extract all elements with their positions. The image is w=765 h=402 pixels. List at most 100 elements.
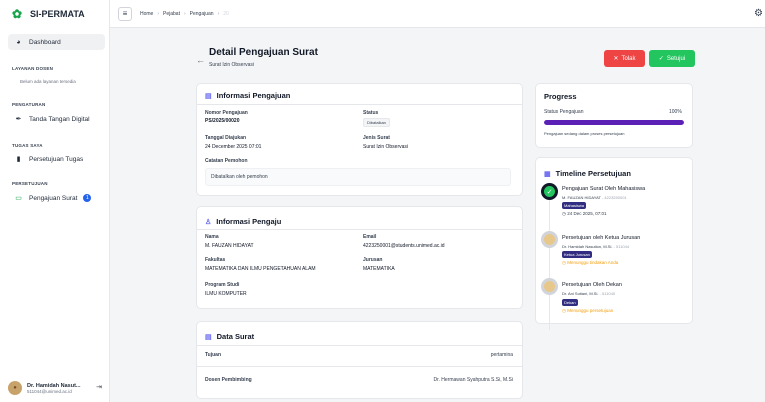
card-title-informasi-pengajuan: ▤ Informasi Pengajuan [205, 91, 290, 100]
jurusan-label: Jurusan [363, 257, 383, 263]
card-title-text: Informasi Pengajuan [216, 91, 291, 100]
fakultas-label: Fakultas [205, 257, 226, 263]
card-title-data-surat: ▤ Data Surat [205, 332, 254, 341]
timeline-person-nip: - 511040 [599, 291, 616, 296]
divider [197, 345, 522, 346]
logout-icon[interactable]: ⇥ [96, 383, 102, 391]
clock-icon: ◷ [562, 308, 566, 313]
inbox-icon: ▭ [15, 195, 22, 202]
section-label-layanan: LAYANAN DOSEN [12, 66, 54, 71]
progress-title: Progress [544, 92, 577, 101]
sidebar-item-label: Pengajuan Surat [29, 194, 78, 202]
calendar-icon: ▦ [544, 170, 551, 178]
timeline-step-meta: ◷ Menunggu tindakan Anda [562, 260, 618, 266]
tanggal-value: 24 December 2025 07:01 [205, 144, 262, 150]
breadcrumb-pejabat[interactable]: Pejabat [163, 11, 180, 17]
clock-icon: ◷ [562, 260, 566, 265]
nomor-value: PS/2025/00020 [205, 118, 240, 124]
topbar: ≡ Home › Pejabat › Pengajuan › 20 ⚙ [110, 0, 765, 28]
card-title-text: Data Surat [216, 332, 255, 341]
document-icon: ▤ [205, 92, 212, 100]
user-profile[interactable]: ● Dr. Hamidah Nasut... 511044@unimed.ac.… [8, 378, 106, 398]
timeline-line [549, 200, 550, 330]
document-icon: ▤ [205, 333, 212, 341]
sidebar-item-label: Dashboard [29, 38, 61, 46]
page-subtitle: Surat Izin Observasi [209, 62, 255, 68]
progress-percent: 100% [669, 109, 682, 115]
progress-label: Status Pengajuan [544, 109, 584, 115]
sidebar-item-persetujuan-tugas[interactable]: ▮ Persetujuan Tugas [8, 151, 105, 167]
dosen-label: Dosen Pembimbing [205, 377, 252, 383]
brand[interactable]: ✿ SI-PERMATA [0, 0, 109, 28]
sidebar-item-dashboard[interactable]: ◕ Dashboard [8, 34, 105, 50]
status-badge: Dibatalkan [363, 118, 390, 127]
sidebar-item-label: Tanda Tangan Digital [29, 115, 90, 123]
approve-button[interactable]: ✓ Setujui [649, 50, 695, 67]
reject-button[interactable]: ✕ Tolak [604, 50, 645, 67]
nomor-label: Nomor Pengajuan [205, 110, 248, 116]
breadcrumb-current: 20 [223, 10, 229, 17]
hamburger-icon: ≡ [122, 9, 128, 18]
section-label-tugas: TUGAS SAYA [12, 143, 43, 148]
progress-note: Pengajuan sedang dalam proses persetujua… [544, 131, 625, 136]
progress-bar [544, 120, 684, 125]
fakultas-value: MATEMATIKA DAN ILMU PENGETAHUAN ALAM [205, 266, 316, 272]
layanan-empty-note: Belum ada layanan tersedia [20, 79, 76, 84]
page-title: Detail Pengajuan Surat [209, 47, 318, 58]
app-name: SI-PERMATA [30, 9, 85, 19]
nama-label: Nama [205, 234, 219, 240]
breadcrumb: Home › Pejabat › Pengajuan › 20 [140, 11, 229, 17]
jenis-value: Surat Izin Observasi [363, 144, 409, 150]
catatan-label: Catatan Pemohon [205, 158, 248, 164]
back-arrow-icon[interactable]: ← [196, 55, 205, 65]
section-label-pengaturan: PENGATURAN [12, 102, 46, 107]
timeline-meta-text: Menunggu tindakan Anda [567, 260, 619, 265]
menu-toggle-button[interactable]: ≡ [118, 6, 132, 21]
jenis-label: Jenis Surat [363, 135, 390, 141]
settings-icon[interactable]: ⚙ [754, 8, 763, 19]
chevron-right-icon: › [217, 10, 220, 17]
section-label-persetujuan: PERSETUJUAN [12, 181, 48, 186]
timeline-step-meta: ◷ Menunggu persetujuan [562, 308, 613, 314]
reject-label: Tolak [621, 55, 636, 62]
sidebar-item-pengajuan-surat[interactable]: ▭ Pengajuan Surat 1 [8, 190, 105, 206]
timeline-meta-text: 24 Dec 2025, 07:01 [567, 211, 607, 216]
card-title-text: Informasi Pengaju [216, 217, 282, 226]
breadcrumb-home[interactable]: Home [140, 11, 153, 17]
chevron-right-icon: › [157, 10, 160, 17]
email-label: Email [363, 234, 377, 240]
timeline-person-name: Dr. Hamidah Nasution, M.Si. [562, 244, 613, 249]
timeline-meta-text: Menunggu persetujuan [567, 308, 614, 313]
timeline-person-nip: - 511044 [613, 244, 630, 249]
pengajuan-count-badge: 1 [83, 194, 92, 202]
tujuan-value: pertamina [490, 352, 513, 358]
sidebar: ✿ SI-PERMATA ◕ Dashboard LAYANAN DOSEN B… [0, 0, 110, 402]
timeline-role-badge: Mahasiswa [562, 202, 587, 209]
timeline-step-person: Dr. Hamidah Nasution, M.Si. - 511044 [562, 244, 629, 249]
email-value: 4223250001@students.unimed.ac.id [363, 243, 445, 249]
app-logo-icon: ✿ [12, 7, 23, 21]
divider [197, 104, 522, 105]
nama-value: M. FAUZAN HIDAYAT [205, 243, 254, 249]
card-title-timeline: ▦ Timeline Persetujuan [544, 169, 631, 178]
timeline-person-nip: - 4223250001 [601, 195, 627, 200]
pen-icon: ✒ [15, 116, 22, 123]
catatan-value: Dibatalkan oleh pemohon [205, 168, 511, 186]
card-title-text: Timeline Persetujuan [555, 169, 631, 178]
step-pending-icon [541, 231, 558, 248]
clipboard-icon: ▮ [16, 156, 21, 163]
dosen-value: Dr. Hermawan Syahputra S.Si, M.Si [433, 377, 513, 383]
chevron-right-icon: › [183, 10, 186, 17]
timeline-step-person: M. FAUZAN HIDAYAT - 4223250001 [562, 195, 627, 200]
tujuan-label: Tujuan [205, 352, 222, 358]
divider [197, 366, 522, 367]
timeline-step-title: Pengajuan Surat Oleh Mahasiswa [562, 186, 646, 192]
user-email: 511044@unimed.ac.id [27, 388, 72, 394]
progress-bar-fill [544, 120, 684, 125]
status-label: Status [363, 110, 379, 116]
timeline-role-badge: Dekan [562, 299, 578, 306]
breadcrumb-pengajuan[interactable]: Pengajuan [190, 11, 214, 17]
timeline-step-title: Persetujuan Oleh Dekan [562, 282, 622, 288]
sidebar-item-tanda-tangan[interactable]: ✒ Tanda Tangan Digital [8, 111, 105, 127]
clock-icon: ◷ [562, 211, 566, 216]
